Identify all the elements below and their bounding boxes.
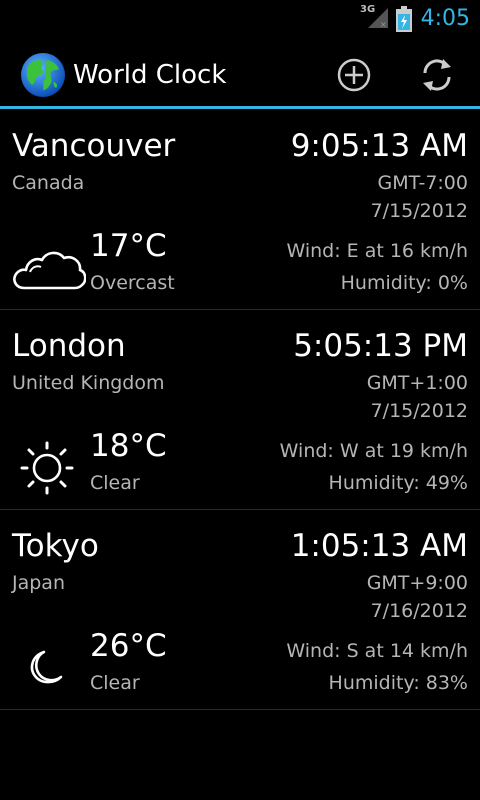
city-time: 5:05:13 PM xyxy=(293,328,468,364)
city-date: 7/15/2012 xyxy=(370,400,468,422)
city-gmt-offset: GMT+9:00 xyxy=(366,572,468,594)
status-time: 4:05 xyxy=(420,6,470,31)
city-temperature: 17°C xyxy=(90,228,167,264)
cloud-icon xyxy=(13,251,86,290)
city-time: 9:05:13 AM xyxy=(290,128,468,164)
city-list: Vancouver Canada 9:05:13 AM GMT-7:00 7/1… xyxy=(0,110,480,710)
action-bar: World Clock xyxy=(0,38,480,107)
city-country: Canada xyxy=(12,172,85,194)
city-name: Vancouver xyxy=(12,128,176,164)
city-condition: Clear xyxy=(90,672,140,694)
add-city-button[interactable] xyxy=(334,55,374,95)
city-country: Japan xyxy=(12,572,65,594)
city-date: 7/16/2012 xyxy=(370,600,468,622)
city-wind: Wind: E at 16 km/h xyxy=(286,240,468,262)
app-title: World Clock xyxy=(73,60,227,90)
city-name: London xyxy=(12,328,126,364)
city-gmt-offset: GMT+1:00 xyxy=(366,372,468,394)
city-wind: Wind: W at 19 km/h xyxy=(279,440,468,462)
city-card-london[interactable]: London United Kingdom 5:05:13 PM GMT+1:0… xyxy=(0,310,480,510)
city-date: 7/15/2012 xyxy=(370,200,468,222)
city-name: Tokyo xyxy=(12,528,99,564)
city-country: United Kingdom xyxy=(12,372,165,394)
action-bar-divider xyxy=(0,106,480,109)
moon-icon xyxy=(30,650,63,684)
city-humidity: Humidity: 49% xyxy=(328,472,468,494)
svg-text:×: × xyxy=(380,20,387,29)
refresh-button[interactable] xyxy=(417,55,457,95)
city-condition: Clear xyxy=(90,472,140,494)
battery-charging-icon xyxy=(396,6,412,32)
city-gmt-offset: GMT-7:00 xyxy=(377,172,468,194)
status-bar: 3G × 4:05 xyxy=(0,0,480,38)
city-card-vancouver[interactable]: Vancouver Canada 9:05:13 AM GMT-7:00 7/1… xyxy=(0,110,480,310)
city-temperature: 26°C xyxy=(90,628,167,664)
city-time: 1:05:13 AM xyxy=(290,528,468,564)
sun-icon xyxy=(20,441,74,495)
city-card-tokyo[interactable]: Tokyo Japan 1:05:13 AM GMT+9:00 7/16/201… xyxy=(0,510,480,710)
city-wind: Wind: S at 14 km/h xyxy=(286,640,468,662)
city-humidity: Humidity: 83% xyxy=(328,672,468,694)
city-humidity: Humidity: 0% xyxy=(340,272,468,294)
globe-icon xyxy=(21,53,65,97)
city-temperature: 18°C xyxy=(90,428,167,464)
city-condition: Overcast xyxy=(90,272,175,294)
signal-icon: × xyxy=(368,8,388,29)
